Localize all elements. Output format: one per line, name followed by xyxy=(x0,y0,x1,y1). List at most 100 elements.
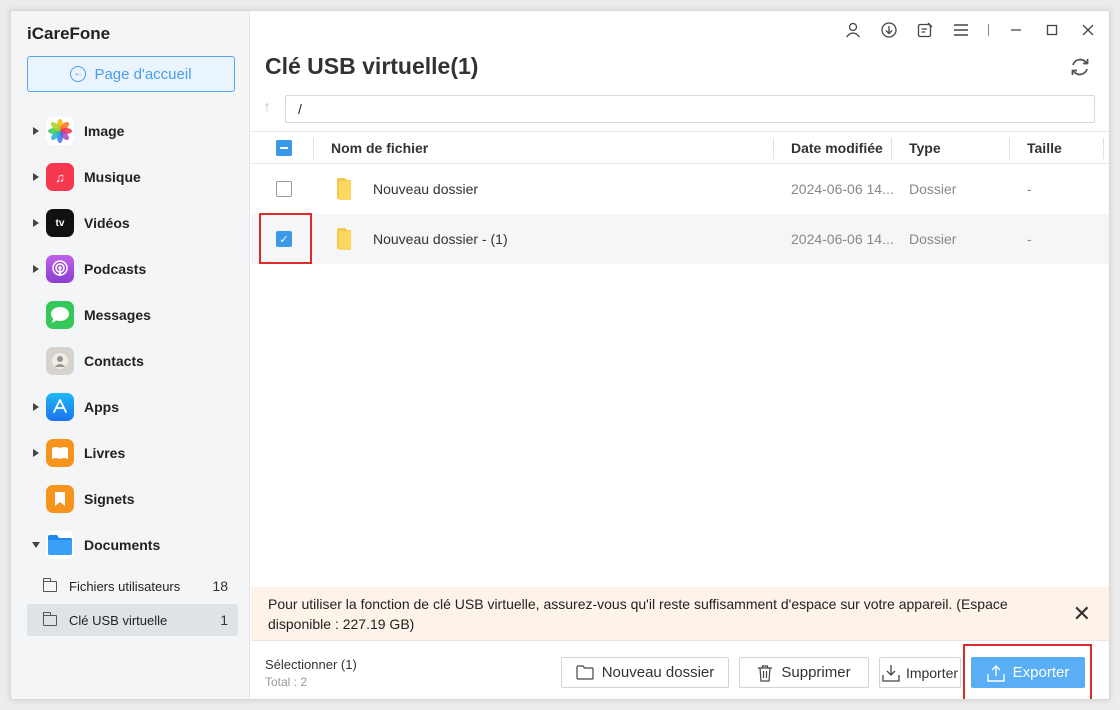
row-checkbox[interactable] xyxy=(276,181,292,197)
sidebar: iCareFone ← Page d'accueil Image ♫ Musiq… xyxy=(11,11,250,699)
sidebar-item-bookmarks[interactable]: Signets xyxy=(11,476,250,522)
download-icon[interactable] xyxy=(880,21,898,39)
sidebar-item-documents[interactable]: Documents xyxy=(11,522,250,568)
folder-icon xyxy=(337,178,351,200)
menu-icon[interactable] xyxy=(952,21,970,39)
sidebar-subitem-label: Fichiers utilisateurs xyxy=(69,578,181,594)
sidebar-item-label: Contacts xyxy=(84,353,144,369)
footer-toolbar: Sélectionner (1) Total : 2 Nouveau dossi… xyxy=(251,640,1109,699)
home-button-label: Page d'accueil xyxy=(94,65,192,83)
back-arrow-icon: ← xyxy=(70,66,87,82)
sidebar-item-label: Livres xyxy=(84,445,126,461)
column-divider xyxy=(313,138,314,159)
main-panel: Clé USB virtuelle(1) ↑ / Nom de fichier … xyxy=(251,11,1109,699)
contacts-icon xyxy=(46,347,74,375)
refresh-icon[interactable] xyxy=(1069,56,1091,78)
sidebar-item-label: Musique xyxy=(84,169,141,185)
sidebar-subitem-label: Clé USB virtuelle xyxy=(69,612,168,628)
sidebar-subitem-user-files[interactable]: Fichiers utilisateurs 18 xyxy=(27,570,238,602)
trash-icon xyxy=(758,664,773,682)
new-folder-label: Nouveau dossier xyxy=(601,664,715,681)
import-label: Importer xyxy=(905,664,959,681)
sidebar-item-label: Vidéos xyxy=(84,215,130,231)
expand-arrow-icon[interactable] xyxy=(33,265,39,273)
table-header: Nom de fichier Date modifiée Type Taille xyxy=(251,131,1109,164)
up-arrow-icon[interactable]: ↑ xyxy=(263,99,271,117)
item-count: 1 xyxy=(220,612,228,628)
current-path: / xyxy=(298,101,302,117)
sidebar-item-podcasts[interactable]: Podcasts xyxy=(11,246,250,292)
sidebar-item-apps[interactable]: Apps xyxy=(11,384,250,430)
sidebar-item-label: Signets xyxy=(84,491,135,507)
folder-icon xyxy=(576,665,594,680)
separator xyxy=(988,24,989,36)
expand-arrow-icon[interactable] xyxy=(33,173,39,181)
bookmarks-icon xyxy=(46,485,74,513)
folder-icon xyxy=(43,611,57,626)
import-icon xyxy=(882,664,900,682)
file-date: 2024-06-06 14... xyxy=(791,231,894,247)
folder-icon xyxy=(43,577,57,592)
file-size: - xyxy=(1027,231,1032,247)
column-divider xyxy=(891,138,892,159)
music-icon: ♫ xyxy=(46,163,74,191)
page-title: Clé USB virtuelle(1) xyxy=(265,53,479,79)
sidebar-item-videos[interactable]: tv Vidéos xyxy=(11,200,250,246)
column-divider xyxy=(773,138,774,159)
total-count: Total : 2 xyxy=(265,675,308,689)
sidebar-item-music[interactable]: ♫ Musique xyxy=(11,154,250,200)
feedback-icon[interactable] xyxy=(916,21,934,39)
files-icon xyxy=(46,531,74,559)
photos-icon xyxy=(46,117,74,145)
sidebar-item-image[interactable]: Image xyxy=(11,108,250,154)
sidebar-nav: Image ♫ Musique tv Vidéos Podcasts Messa… xyxy=(11,108,250,638)
delete-label: Supprimer xyxy=(781,664,851,681)
file-type: Dossier xyxy=(909,181,957,197)
expand-arrow-icon[interactable] xyxy=(33,403,39,411)
path-bar[interactable]: / xyxy=(285,95,1095,123)
sidebar-item-contacts[interactable]: Contacts xyxy=(11,338,250,384)
column-size-header[interactable]: Taille xyxy=(1027,140,1062,156)
books-icon xyxy=(46,439,74,467)
account-icon[interactable] xyxy=(844,21,862,39)
import-button[interactable]: Importer xyxy=(879,657,961,688)
column-type-header[interactable]: Type xyxy=(909,140,941,156)
appstore-icon xyxy=(46,393,74,421)
collapse-arrow-icon[interactable] xyxy=(32,542,40,548)
messages-icon xyxy=(46,301,74,329)
checkbox-highlight-box xyxy=(259,213,312,264)
column-date-header[interactable]: Date modifiée xyxy=(791,140,883,156)
app-name: iCareFone xyxy=(27,24,111,43)
folder-icon xyxy=(337,228,351,250)
select-all-checkbox[interactable] xyxy=(276,139,292,156)
window-controls xyxy=(844,21,1097,39)
info-banner: Pour utiliser la fonction de clé USB vir… xyxy=(251,587,1109,640)
delete-button[interactable]: Supprimer xyxy=(739,657,869,688)
file-type: Dossier xyxy=(909,231,957,247)
sidebar-item-books[interactable]: Livres xyxy=(11,430,250,476)
file-date: 2024-06-06 14... xyxy=(791,181,894,197)
expand-arrow-icon[interactable] xyxy=(33,219,39,227)
sidebar-subitem-virtual-usb[interactable]: Clé USB virtuelle 1 xyxy=(27,604,238,636)
minimize-icon[interactable] xyxy=(1007,21,1025,39)
table-row[interactable]: Nouveau dossier 2024-06-06 14... Dossier… xyxy=(251,164,1109,214)
expand-arrow-icon[interactable] xyxy=(33,449,39,457)
app-window: iCareFone ← Page d'accueil Image ♫ Musiq… xyxy=(10,10,1110,700)
expand-arrow-icon[interactable] xyxy=(33,127,39,135)
table-row[interactable]: ✓ Nouveau dossier - (1) 2024-06-06 14...… xyxy=(251,214,1109,264)
selection-count: Sélectionner (1) xyxy=(265,657,357,672)
sidebar-item-label: Messages xyxy=(84,307,151,323)
podcasts-icon xyxy=(46,255,74,283)
close-banner-icon[interactable]: ✕ xyxy=(1073,603,1091,625)
file-table: Nom de fichier Date modifiée Type Taille… xyxy=(251,131,1109,264)
sidebar-item-messages[interactable]: Messages xyxy=(11,292,250,338)
sidebar-item-label: Image xyxy=(84,123,125,139)
close-icon[interactable] xyxy=(1079,21,1097,39)
home-button[interactable]: ← Page d'accueil xyxy=(27,56,235,92)
column-name-header[interactable]: Nom de fichier xyxy=(331,140,428,156)
new-folder-button[interactable]: Nouveau dossier xyxy=(561,657,729,688)
sidebar-item-label: Documents xyxy=(84,537,161,553)
column-divider xyxy=(1009,138,1010,159)
sidebar-item-label: Podcasts xyxy=(84,261,147,277)
maximize-icon[interactable] xyxy=(1043,21,1061,39)
